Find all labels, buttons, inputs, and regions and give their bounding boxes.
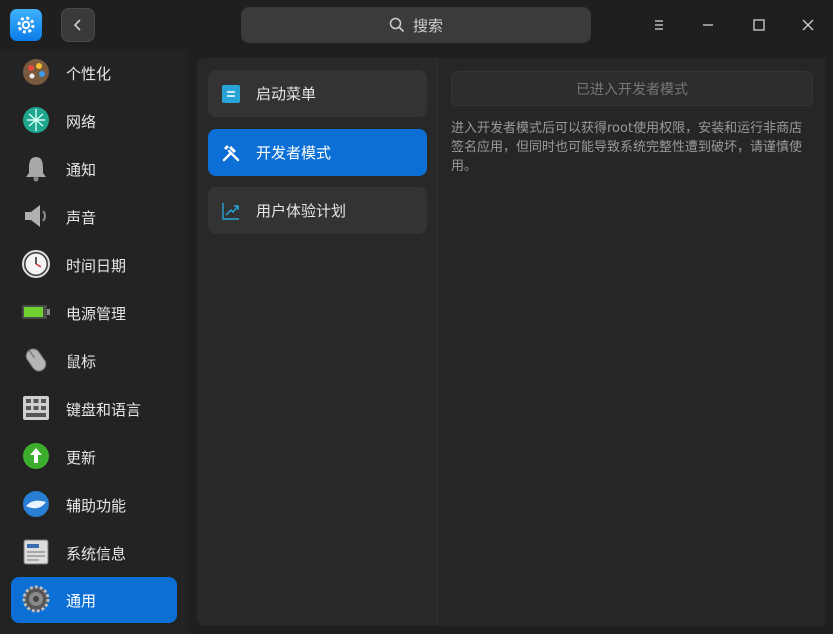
sidebar-item-label: 网络: [66, 112, 97, 131]
sidebar-item-label: 辅助功能: [66, 496, 127, 515]
developer-mode-button[interactable]: 已进入开发者模式: [451, 71, 813, 106]
developer-mode-panel: 已进入开发者模式 进入开发者模式后可以获得root使用权限，安装和运行非商店签名…: [437, 58, 825, 626]
sidebar-item-datetime[interactable]: 时间日期: [11, 242, 177, 288]
menu-button[interactable]: [644, 10, 674, 40]
sidebar-item-label: 声音: [66, 208, 97, 227]
sidebar-item-system-info[interactable]: 系统信息: [11, 530, 177, 576]
clock-icon: [22, 250, 50, 278]
submenu-item-label: 用户体验计划: [256, 202, 347, 220]
general-submenu-panel: 启动菜单 开发者模式 用户体验计划: [197, 58, 437, 626]
battery-icon: [22, 305, 50, 319]
developer-mode-description: 进入开发者模式后可以获得root使用权限，安装和运行非商店签名应用，但同时也可能…: [451, 121, 803, 174]
sidebar: 个性化 网络 通知 声音 时间日期 电源管理 鼠标 键盘和语言 更新 辅助功能 …: [0, 50, 188, 634]
sidebar-item-accessibility[interactable]: 辅助功能: [11, 482, 177, 528]
sidebar-item-label: 电源管理: [66, 304, 127, 323]
sidebar-item-notification[interactable]: 通知: [11, 146, 177, 192]
title-bar: 搜索: [0, 0, 833, 50]
system-info-icon: [23, 539, 49, 565]
sidebar-item-label: 键盘和语言: [66, 400, 142, 419]
sidebar-item-label: 更新: [66, 448, 97, 467]
submenu-item-user-experience[interactable]: 用户体验计划: [208, 187, 427, 234]
chevron-left-icon: [73, 19, 81, 31]
submenu-item-label: 开发者模式: [256, 144, 332, 162]
minimize-button[interactable]: [693, 10, 723, 40]
update-icon: [23, 443, 49, 469]
search-input[interactable]: 搜索: [241, 7, 591, 43]
close-icon: [802, 19, 814, 31]
sidebar-item-label: 鼠标: [66, 352, 97, 371]
close-button[interactable]: [793, 10, 823, 40]
sidebar-item-label: 系统信息: [66, 544, 127, 563]
sidebar-item-label: 通用: [66, 591, 97, 610]
hamburger-menu-icon: [655, 20, 663, 30]
sidebar-item-update[interactable]: 更新: [11, 434, 177, 480]
minimize-icon: [703, 24, 713, 26]
maximize-icon: [753, 19, 765, 31]
sidebar-item-label: 通知: [66, 160, 97, 179]
sidebar-item-mouse[interactable]: 鼠标: [11, 338, 177, 384]
search-placeholder: 搜索: [412, 16, 443, 35]
sidebar-item-sound[interactable]: 声音: [11, 194, 177, 240]
sidebar-item-power[interactable]: 电源管理: [11, 290, 177, 336]
boot-menu-icon: [222, 85, 240, 103]
tools-icon: [222, 145, 240, 162]
sidebar-item-label: 个性化: [66, 64, 112, 83]
back-button[interactable]: [61, 8, 95, 42]
network-icon: [23, 107, 49, 133]
sidebar-item-keyboard[interactable]: 键盘和语言: [11, 386, 177, 432]
control-center-logo-icon: [10, 9, 42, 41]
search-icon: [389, 17, 405, 33]
speaker-icon: [25, 205, 46, 227]
general-gear-icon: [22, 585, 50, 613]
sidebar-item-general[interactable]: 通用: [11, 577, 177, 623]
submenu-item-label: 启动菜单: [256, 85, 317, 103]
sidebar-item-network[interactable]: 网络: [11, 98, 177, 144]
keyboard-icon: [23, 396, 49, 420]
sidebar-item-personalization[interactable]: 个性化: [11, 50, 177, 96]
accessibility-icon: [23, 491, 49, 517]
submenu-item-developer-mode[interactable]: 开发者模式: [208, 129, 427, 176]
submenu-item-boot-menu[interactable]: 启动菜单: [208, 70, 427, 117]
mouse-icon: [25, 348, 47, 372]
maximize-button[interactable]: [744, 10, 774, 40]
personalization-icon: [23, 59, 49, 85]
bell-icon: [26, 157, 46, 182]
sidebar-item-label: 时间日期: [66, 256, 127, 275]
chart-trend-icon: [222, 203, 239, 220]
